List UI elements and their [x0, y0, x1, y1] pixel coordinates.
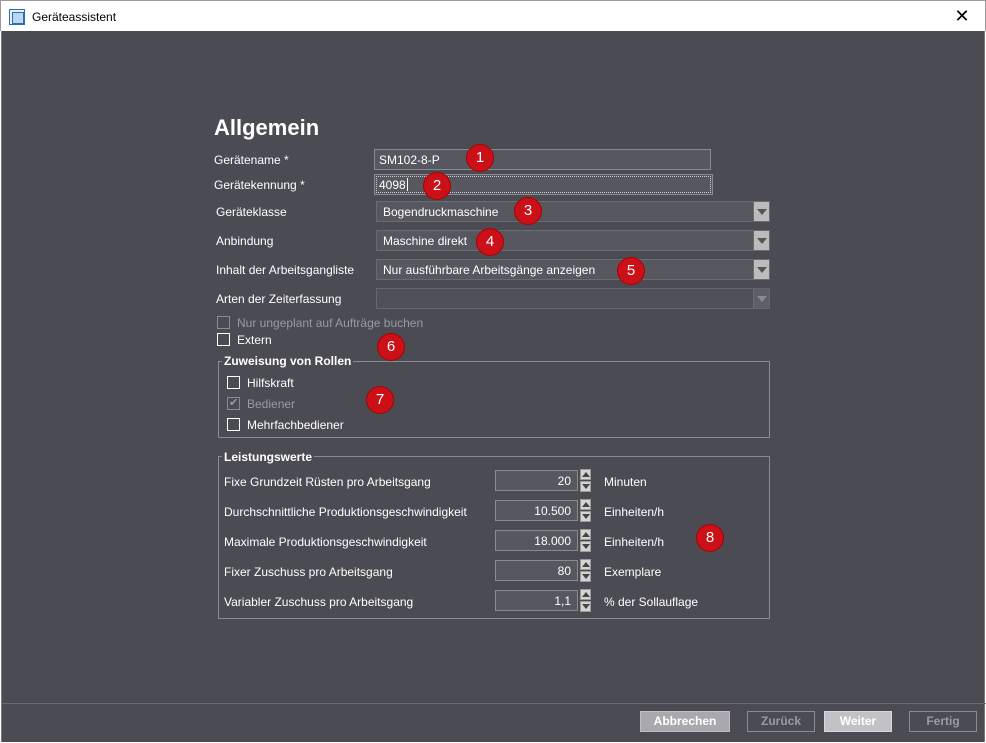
- finish-button: Fertig: [909, 711, 977, 732]
- device-name-input[interactable]: SM102-8-P: [374, 149, 711, 170]
- device-id-value: 4098: [379, 178, 406, 192]
- variable-allowance-input[interactable]: 1,1: [495, 590, 578, 611]
- spin-up-icon[interactable]: [580, 559, 591, 570]
- device-class-select[interactable]: Bogendruckmaschine: [376, 201, 770, 222]
- chevron-down-icon[interactable]: [753, 231, 769, 250]
- fixed-allowance-input[interactable]: 80: [495, 560, 578, 581]
- avg-speed-unit: Einheiten/h: [604, 505, 665, 519]
- chevron-down-icon[interactable]: [753, 260, 769, 279]
- setup-time-unit: Minuten: [604, 475, 647, 489]
- callout-badge-5: 5: [618, 258, 644, 284]
- callout-badge-7: 7: [367, 387, 393, 413]
- callout-badge-8: 8: [697, 525, 723, 551]
- fixed-allowance-label: Fixer Zuschuss pro Arbeitsgang: [224, 565, 393, 579]
- role-label-hilfskraft: Hilfskraft: [247, 376, 294, 390]
- connection-label: Anbindung: [216, 234, 274, 248]
- external-label: Extern: [237, 333, 272, 347]
- worklist-content-label: Inhalt der Arbeitsgangliste: [216, 263, 355, 277]
- max-speed-unit: Einheiten/h: [604, 535, 665, 549]
- unplanned-booking-checkbox: [217, 316, 230, 329]
- avg-speed-label: Durchschnittliche Produktionsgeschwindig…: [224, 505, 467, 519]
- connection-select[interactable]: Maschine direkt: [376, 230, 770, 251]
- spin-down-icon[interactable]: [580, 571, 591, 582]
- close-button[interactable]: ✕: [939, 1, 985, 32]
- variable-allowance-spinner[interactable]: [580, 589, 591, 612]
- connection-value: Maschine direkt: [383, 234, 468, 248]
- time-recording-select: [376, 288, 770, 309]
- spin-down-icon[interactable]: [580, 601, 591, 612]
- setup-time-input[interactable]: 20: [495, 470, 578, 491]
- back-button: Zurück: [747, 711, 815, 732]
- spin-down-icon[interactable]: [580, 481, 591, 492]
- device-class-label: Geräteklasse: [216, 205, 287, 219]
- fixed-allowance-spinner[interactable]: [580, 559, 591, 582]
- max-speed-label: Maximale Produktionsgeschwindigkeit: [224, 535, 427, 549]
- max-speed-input[interactable]: 18.000: [495, 530, 578, 551]
- avg-speed-spinner[interactable]: [580, 499, 591, 522]
- device-class-value: Bogendruckmaschine: [383, 205, 499, 219]
- worklist-content-select[interactable]: Nur ausführbare Arbeitsgänge anzeigen: [376, 259, 770, 280]
- page-title: Allgemein: [214, 115, 320, 140]
- callout-badge-1: 1: [467, 145, 493, 171]
- spin-up-icon[interactable]: [580, 589, 591, 600]
- window-title: Geräteassistent: [32, 10, 117, 24]
- device-name-label: Gerätename *: [214, 153, 289, 167]
- role-checkbox-bediener: [227, 396, 240, 410]
- spin-down-icon[interactable]: [580, 541, 591, 552]
- performance-group-title: Leistungswerte: [222, 450, 315, 464]
- role-label-mehrfachbediener: Mehrfachbediener: [247, 418, 344, 432]
- unplanned-booking-label: Nur ungeplant auf Aufträge buchen: [237, 316, 424, 330]
- callout-badge-4: 4: [477, 229, 503, 255]
- external-checkbox[interactable]: [217, 333, 230, 346]
- footer-divider: [2, 703, 986, 704]
- avg-speed-input[interactable]: 10.500: [495, 500, 578, 521]
- spin-up-icon[interactable]: [580, 469, 591, 480]
- wizard-content: Allgemein Gerätename * SM102-8-P Gerätek…: [1, 31, 986, 742]
- callout-badge-6: 6: [378, 334, 404, 360]
- variable-allowance-unit: % der Sollauflage: [604, 595, 699, 609]
- role-checkbox-mehrfachbediener[interactable]: [227, 418, 240, 431]
- setup-time-label: Fixe Grundzeit Rüsten pro Arbeitsgang: [224, 475, 431, 489]
- cancel-button[interactable]: Abbrechen: [640, 711, 730, 732]
- spin-up-icon[interactable]: [580, 529, 591, 540]
- next-button[interactable]: Weiter: [824, 711, 892, 732]
- app-icon: [9, 9, 25, 25]
- callout-badge-3: 3: [515, 198, 541, 224]
- device-id-label: Gerätekennung *: [214, 178, 305, 192]
- chevron-down-icon: [753, 289, 769, 308]
- spin-down-icon[interactable]: [580, 511, 591, 522]
- fixed-allowance-unit: Exemplare: [604, 565, 662, 579]
- callout-badge-2: 2: [424, 173, 450, 199]
- worklist-content-value: Nur ausführbare Arbeitsgänge anzeigen: [383, 263, 596, 277]
- setup-time-spinner[interactable]: [580, 469, 591, 492]
- roles-group-title: Zuweisung von Rollen: [222, 354, 354, 368]
- max-speed-spinner[interactable]: [580, 529, 591, 552]
- time-recording-label: Arten der Zeiterfassung: [216, 292, 342, 306]
- role-checkbox-hilfskraft[interactable]: [227, 376, 240, 389]
- chevron-down-icon[interactable]: [753, 202, 769, 221]
- text-caret: [406, 178, 408, 191]
- variable-allowance-label: Variabler Zuschuss pro Arbeitsgang: [224, 595, 414, 609]
- title-bar: Geräteassistent ✕: [0, 0, 986, 31]
- role-label-bediener: Bediener: [247, 397, 296, 411]
- spin-up-icon[interactable]: [580, 499, 591, 510]
